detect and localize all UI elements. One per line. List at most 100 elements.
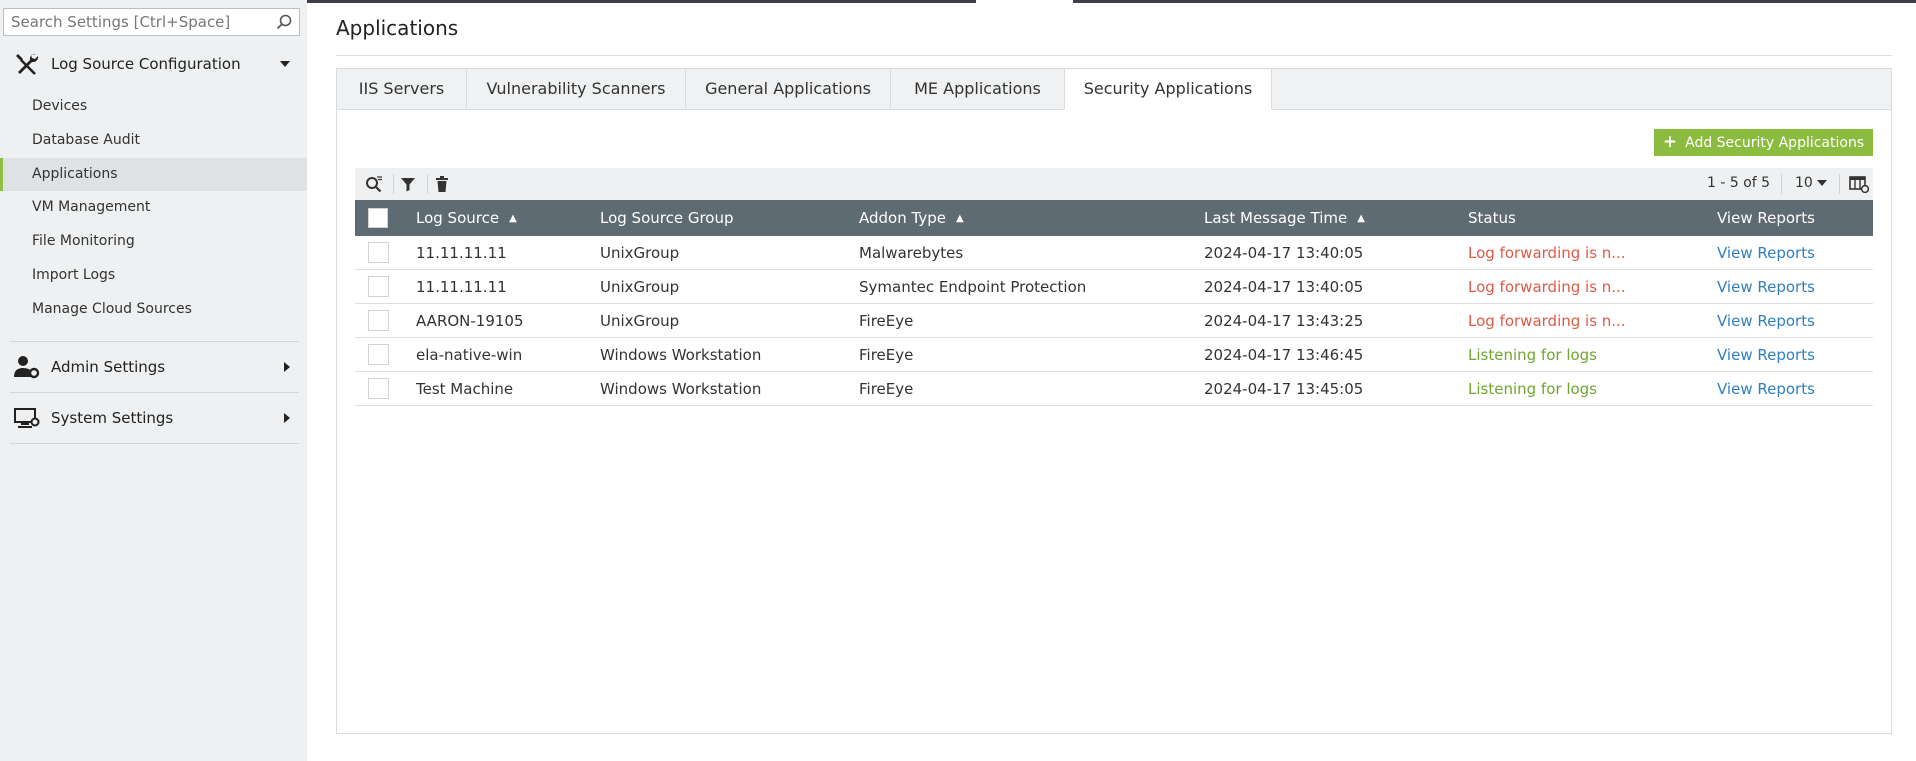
cell-addon-type: FireEye: [859, 380, 914, 398]
cell-log-source: AARON-19105: [416, 312, 524, 330]
column-header-log-source-group[interactable]: Log Source Group: [600, 200, 734, 236]
tab-me-applications[interactable]: ME Applications: [891, 69, 1065, 109]
cell-last-message-time: 2024-04-17 13:40:05: [1204, 244, 1364, 262]
cell-log-source: ela-native-win: [416, 346, 523, 364]
cell-status: Log forwarding is n...: [1468, 278, 1626, 296]
delete-trash-icon[interactable]: [433, 175, 451, 193]
search-icon[interactable]: [275, 13, 293, 31]
table-row[interactable]: Test Machine Windows Workstation FireEye…: [355, 372, 1873, 406]
tab-iis-servers[interactable]: IIS Servers: [337, 69, 467, 109]
add-security-applications-button[interactable]: + Add Security Applications: [1654, 129, 1873, 156]
sort-asc-icon: ▲: [509, 213, 517, 224]
column-header-log-source[interactable]: Log Source ▲: [416, 200, 517, 236]
column-label: Last Message Time: [1204, 209, 1348, 227]
application-tabs: IIS Servers Vulnerability Scanners Gener…: [337, 69, 1891, 110]
column-label: Log Source Group: [600, 209, 734, 227]
sidebar-item-database-audit[interactable]: Database Audit: [0, 124, 307, 157]
toolbar-separator: [1839, 174, 1840, 194]
view-reports-link[interactable]: View Reports: [1717, 236, 1815, 270]
menu-admin-settings[interactable]: Admin Settings: [0, 349, 307, 385]
add-button-label: Add Security Applications: [1685, 134, 1865, 151]
sidebar-divider: [10, 443, 299, 444]
sidebar-item-vm-management[interactable]: VM Management: [0, 191, 307, 224]
menu-system-settings[interactable]: System Settings: [0, 400, 307, 436]
tab-general-applications[interactable]: General Applications: [686, 69, 891, 109]
cell-last-message-time: 2024-04-17 13:40:05: [1204, 278, 1364, 296]
view-reports-link[interactable]: View Reports: [1717, 372, 1815, 406]
column-label: Addon Type: [859, 209, 946, 227]
cell-log-source-group: UnixGroup: [600, 278, 680, 296]
column-label: Status: [1468, 209, 1516, 227]
cell-log-source-group: UnixGroup: [600, 244, 680, 262]
toolbar-separator: [427, 174, 428, 194]
settings-sidebar: Log Source Configuration Devices Databas…: [0, 0, 307, 761]
settings-search-input[interactable]: [4, 9, 271, 35]
cell-status: Listening for logs: [1468, 380, 1597, 398]
column-header-addon-type[interactable]: Addon Type ▲: [859, 200, 964, 236]
sort-asc-icon: ▲: [1357, 213, 1365, 224]
page-title: Applications: [336, 16, 459, 40]
monitor-gear-icon: [14, 408, 40, 428]
sidebar-item-import-logs[interactable]: Import Logs: [0, 259, 307, 292]
select-all-checkbox[interactable]: [368, 208, 388, 228]
caret-right-icon: [284, 362, 290, 372]
menu-log-source-configuration[interactable]: Log Source Configuration: [0, 46, 307, 82]
sidebar-divider: [10, 392, 299, 393]
search-filter-icon[interactable]: [365, 175, 383, 193]
rows-per-page-value: 10: [1795, 175, 1813, 191]
cell-log-source-group: Windows Workstation: [600, 346, 762, 364]
cell-addon-type: FireEye: [859, 312, 914, 330]
column-label: View Reports: [1717, 209, 1815, 227]
view-reports-link[interactable]: View Reports: [1717, 304, 1815, 338]
toolbar-separator: [1781, 174, 1782, 194]
cell-last-message-time: 2024-04-17 13:45:05: [1204, 380, 1364, 398]
title-divider: [336, 55, 1892, 56]
row-checkbox[interactable]: [368, 276, 389, 297]
main-content: Applications IIS Servers Vulnerability S…: [336, 0, 1892, 761]
row-checkbox[interactable]: [368, 344, 389, 365]
cell-status: Listening for logs: [1468, 346, 1597, 364]
sidebar-item-manage-cloud-sources[interactable]: Manage Cloud Sources: [0, 293, 307, 326]
cell-last-message-time: 2024-04-17 13:43:25: [1204, 312, 1364, 330]
menu-label: System Settings: [51, 409, 174, 427]
sidebar-item-applications[interactable]: Applications: [0, 158, 307, 191]
table-header: Log Source ▲ Log Source Group Addon Type ▲…: [355, 200, 1873, 236]
table-row[interactable]: ela-native-win Windows Workstation FireE…: [355, 338, 1873, 372]
settings-search-box[interactable]: [3, 8, 300, 36]
sidebar-item-devices[interactable]: Devices: [0, 90, 307, 123]
tab-security-applications[interactable]: Security Applications: [1065, 69, 1272, 110]
cell-log-source: Test Machine: [416, 380, 514, 398]
rows-per-page-select[interactable]: 10: [1795, 175, 1828, 191]
column-label: Log Source: [416, 209, 500, 227]
tab-vulnerability-scanners[interactable]: Vulnerability Scanners: [467, 69, 686, 109]
applications-panel: IIS Servers Vulnerability Scanners Gener…: [336, 68, 1892, 734]
admin-user-gear-icon: [14, 356, 40, 379]
cell-addon-type: Symantec Endpoint Protection: [859, 278, 1087, 296]
column-header-last-message-time[interactable]: Last Message Time ▲: [1204, 200, 1365, 236]
column-header-status[interactable]: Status: [1468, 200, 1516, 236]
row-checkbox[interactable]: [368, 310, 389, 331]
sort-asc-icon: ▲: [955, 213, 964, 224]
view-reports-link[interactable]: View Reports: [1717, 338, 1815, 372]
tools-icon: [16, 53, 39, 75]
row-checkbox[interactable]: [368, 242, 389, 263]
caret-right-icon: [284, 413, 290, 423]
filter-icon[interactable]: [399, 175, 417, 193]
table-row[interactable]: 11.11.11.11 UnixGroup Symantec Endpoint …: [355, 270, 1873, 304]
column-settings-icon[interactable]: [1849, 175, 1869, 193]
table-toolbar: 1 - 5 of 5 10: [355, 168, 1873, 200]
table-row[interactable]: 11.11.11.11 UnixGroup Malwarebytes 2024-…: [355, 236, 1873, 270]
table-row[interactable]: AARON-19105 UnixGroup FireEye 2024-04-17…: [355, 304, 1873, 338]
cell-addon-type: Malwarebytes: [859, 244, 964, 262]
menu-label: Log Source Configuration: [51, 55, 241, 73]
menu-label: Admin Settings: [51, 358, 166, 376]
pagination-info: 1 - 5 of 5: [1707, 175, 1771, 191]
cell-log-source: 11.11.11.11: [416, 278, 507, 296]
chevron-down-icon: [1817, 180, 1828, 186]
cell-log-source: 11.11.11.11: [416, 244, 507, 262]
sidebar-item-file-monitoring[interactable]: File Monitoring: [0, 225, 307, 258]
view-reports-link[interactable]: View Reports: [1717, 270, 1815, 304]
row-checkbox[interactable]: [368, 378, 389, 399]
cell-last-message-time: 2024-04-17 13:46:45: [1204, 346, 1364, 364]
cell-status: Log forwarding is n...: [1468, 312, 1626, 330]
